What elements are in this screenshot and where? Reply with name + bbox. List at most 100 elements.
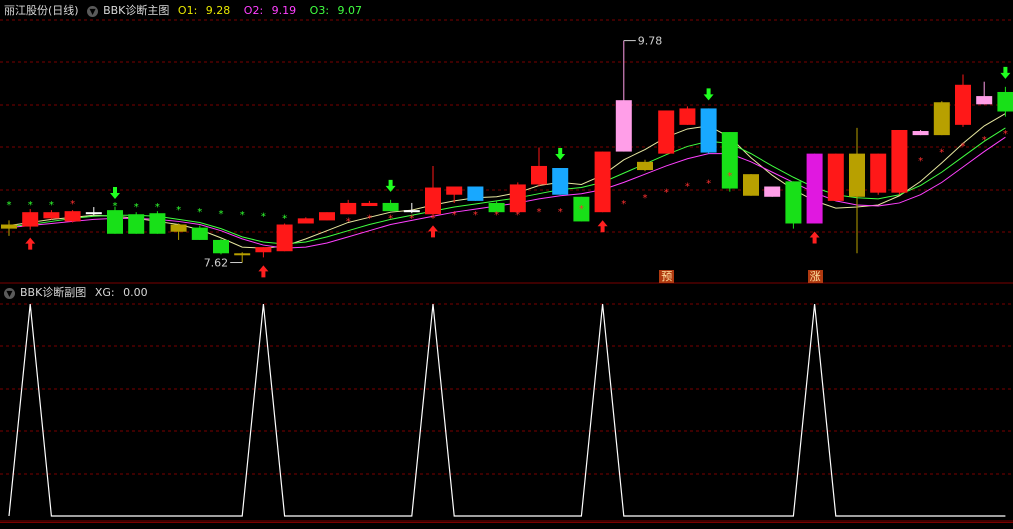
star-marker: *	[431, 213, 436, 224]
chevron-down-icon[interactable]: ▼	[4, 287, 15, 299]
candle-body	[107, 210, 123, 234]
candle-body	[637, 161, 653, 171]
star-marker: *	[494, 210, 499, 221]
candle-body	[827, 153, 844, 201]
star-marker: *	[155, 202, 160, 213]
xg-label: XG:	[94, 286, 115, 299]
o2-label: O2:	[243, 4, 264, 17]
candle-body	[276, 224, 293, 252]
star-marker: *	[240, 210, 245, 221]
star-marker: *	[1003, 129, 1008, 140]
signal-badge-predict: 预	[659, 270, 675, 283]
low-price-label: 7.62	[204, 257, 229, 270]
star-marker: *	[643, 193, 648, 204]
star-marker: *	[28, 200, 33, 211]
sub-header: ▼ BBK诊断副图 XG: 0.00	[4, 285, 158, 301]
candle-body	[149, 213, 166, 234]
sell-arrow-icon	[385, 179, 396, 192]
star-marker: *	[261, 211, 266, 222]
star-marker: *	[939, 148, 944, 159]
candle-body	[594, 151, 611, 213]
star-marker: *	[176, 205, 181, 216]
candle-body	[340, 202, 357, 215]
candle-body	[764, 186, 781, 197]
star-marker: *	[982, 135, 987, 146]
candle-body	[382, 202, 399, 212]
star-marker: *	[113, 201, 118, 212]
star-marker: *	[219, 209, 224, 220]
buy-arrow-icon	[809, 231, 820, 244]
star-marker: *	[367, 213, 372, 224]
buy-arrow-icon	[258, 265, 269, 278]
candle-body	[64, 211, 81, 222]
star-marker: *	[409, 213, 414, 224]
candle-body	[658, 110, 675, 154]
sell-arrow-icon	[110, 187, 120, 200]
star-marker: *	[621, 199, 626, 210]
star-marker: *	[664, 188, 669, 199]
candle-body	[976, 96, 993, 105]
candle-body	[234, 253, 251, 256]
o1-label: O1:	[177, 4, 198, 17]
candle-body	[446, 186, 463, 195]
candle-body	[552, 168, 569, 195]
o2-value: 9.19	[271, 4, 297, 17]
candle-body	[43, 212, 60, 219]
candle-body	[361, 202, 378, 207]
candle-body	[615, 100, 632, 152]
buy-arrow-icon	[428, 225, 438, 238]
candle-body	[85, 212, 102, 215]
sub-indicator-chart[interactable]	[0, 284, 1013, 522]
candle-body	[870, 153, 887, 193]
candle-body	[785, 181, 802, 224]
candle-body	[679, 108, 696, 125]
candle-body	[297, 218, 314, 224]
candle-body	[1, 224, 17, 229]
o3-value: 9.07	[337, 4, 363, 17]
star-marker: *	[282, 213, 287, 224]
star-marker: *	[70, 199, 75, 210]
candle-body	[700, 108, 717, 153]
candle-body	[467, 186, 484, 201]
star-marker: *	[579, 204, 584, 215]
star-marker: *	[515, 210, 520, 221]
sub-indicator-name[interactable]: BBK诊断副图	[20, 286, 86, 299]
star-marker: *	[7, 200, 12, 211]
chevron-down-icon[interactable]: ▼	[87, 5, 99, 17]
candle-body	[22, 212, 39, 227]
star-marker: *	[134, 202, 139, 213]
candle-body	[255, 247, 272, 253]
candle-body	[509, 184, 526, 213]
star-marker: *	[473, 210, 478, 221]
candle-body	[128, 214, 145, 234]
candle-body	[849, 153, 865, 197]
main-header: 丽江股份(日线) ▼ BBK诊断主图 O1: 9.28 O2: 9.19 O3: …	[4, 3, 372, 19]
sell-arrow-icon	[1000, 66, 1011, 79]
xg-series-line	[8, 303, 1006, 517]
candle-body	[955, 84, 971, 125]
candle-body	[531, 165, 547, 185]
candle-body	[425, 187, 441, 215]
xg-value: 0.00	[123, 286, 148, 299]
sell-arrow-icon	[555, 148, 566, 161]
candle-body	[743, 174, 759, 196]
main-price-chart[interactable]: * * * * * * * * * * * * * * * * * * * * * * * * * * * * * * * * * * * * 9.78…	[0, 0, 1013, 284]
star-marker: *	[537, 207, 542, 218]
candle-body	[319, 212, 335, 221]
o3-label: O3:	[309, 4, 330, 17]
buy-arrow-icon	[597, 220, 608, 233]
candle-body	[912, 131, 929, 136]
star-marker: *	[918, 156, 923, 167]
star-marker: *	[685, 181, 690, 192]
star-marker: *	[49, 200, 54, 211]
sell-arrow-icon	[703, 88, 714, 101]
star-marker: *	[961, 141, 966, 152]
candle-body	[997, 91, 1013, 112]
main-indicator-name[interactable]: BBK诊断主图	[103, 4, 169, 17]
star-marker: *	[727, 171, 732, 182]
star-marker: *	[346, 216, 351, 227]
buy-arrow-icon	[25, 237, 36, 250]
star-marker: *	[558, 207, 563, 218]
star-marker: *	[388, 213, 393, 224]
star-marker: *	[452, 210, 457, 221]
